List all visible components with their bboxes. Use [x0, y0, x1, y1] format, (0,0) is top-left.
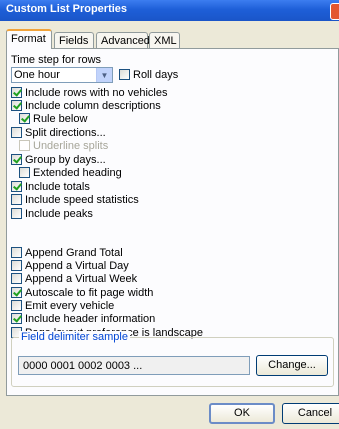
include-rows-no-vehicles-label: Include rows with no vehicles [25, 86, 168, 99]
change-button[interactable]: Change... [256, 355, 328, 376]
append-grand-total-label: Append Grand Total [25, 246, 123, 259]
include-peaks-label: Include peaks [25, 207, 93, 220]
rule-below-checkbox[interactable]: Rule below [19, 112, 87, 125]
include-peaks-box[interactable] [11, 208, 22, 219]
include-column-descriptions-box[interactable] [11, 100, 22, 111]
tab-fields[interactable]: Fields [54, 32, 94, 48]
emit-every-vehicle-checkbox[interactable]: Emit every vehicle [11, 299, 114, 312]
delimiter-sample-text: 0000 0001 0002 0003 ... [23, 360, 143, 372]
include-header-information-label: Include header information [25, 312, 156, 325]
append-virtual-week-label: Append a Virtual Week [25, 272, 138, 285]
time-step-value: One hour [14, 69, 60, 81]
window-title: Custom List Properties [6, 3, 128, 15]
append-virtual-day-box[interactable] [11, 260, 22, 271]
ok-button[interactable]: OK [209, 403, 275, 424]
include-speed-statistics-box[interactable] [11, 194, 22, 205]
tab-format[interactable]: Format [6, 29, 52, 49]
autoscale-page-width-label: Autoscale to fit page width [25, 286, 154, 299]
emit-every-vehicle-box[interactable] [11, 300, 22, 311]
custom-list-properties-dialog: Custom List Properties Format Fields Adv… [0, 0, 339, 429]
group-by-days-label: Group by days... [25, 153, 106, 166]
chevron-down-icon[interactable]: ▼ [96, 68, 112, 82]
include-rows-no-vehicles-checkbox[interactable]: Include rows with no vehicles [11, 86, 167, 99]
include-peaks-checkbox[interactable]: Include peaks [11, 207, 93, 220]
append-grand-total-checkbox[interactable]: Append Grand Total [11, 246, 123, 259]
extended-heading-label: Extended heading [33, 166, 122, 179]
include-column-descriptions-checkbox[interactable]: Include column descriptions [11, 99, 161, 112]
include-header-information-checkbox[interactable]: Include header information [11, 312, 155, 325]
rule-below-box[interactable] [19, 113, 30, 124]
tab-advanced[interactable]: Advanced [96, 32, 150, 48]
field-delimiter-group: Field delimiter sample 0000 0001 0002 00… [11, 331, 334, 387]
split-directions-checkbox[interactable]: Split directions... [11, 126, 106, 139]
extended-heading-box[interactable] [19, 167, 30, 178]
extended-heading-checkbox[interactable]: Extended heading [19, 166, 122, 179]
roll-days-box[interactable] [119, 69, 130, 80]
include-speed-statistics-label: Include speed statistics [25, 193, 139, 206]
split-directions-box[interactable] [11, 127, 22, 138]
append-grand-total-box[interactable] [11, 247, 22, 258]
include-totals-label: Include totals [25, 180, 90, 193]
title-bar[interactable]: Custom List Properties [0, 0, 339, 21]
autoscale-page-width-checkbox[interactable]: Autoscale to fit page width [11, 286, 153, 299]
include-rows-no-vehicles-box[interactable] [11, 87, 22, 98]
emit-every-vehicle-label: Emit every vehicle [25, 299, 115, 312]
group-by-days-box[interactable] [11, 154, 22, 165]
split-directions-label: Split directions... [25, 126, 106, 139]
include-totals-box[interactable] [11, 181, 22, 192]
underline-splits-checkbox: Underline splits [19, 139, 108, 152]
autoscale-page-width-box[interactable] [11, 287, 22, 298]
tab-xml[interactable]: XML [149, 32, 180, 48]
close-icon[interactable] [330, 3, 339, 20]
underline-splits-label: Underline splits [33, 139, 109, 152]
cancel-button[interactable]: Cancel [282, 403, 339, 424]
append-virtual-day-checkbox[interactable]: Append a Virtual Day [11, 259, 129, 272]
include-header-information-box[interactable] [11, 313, 22, 324]
format-tab-panel: Time step for rows One hour ▼ Roll days … [6, 48, 339, 396]
time-step-dropdown[interactable]: One hour ▼ [11, 67, 113, 83]
roll-days-checkbox[interactable]: Roll days [119, 68, 178, 81]
append-virtual-day-label: Append a Virtual Day [25, 259, 129, 272]
append-virtual-week-box[interactable] [11, 273, 22, 284]
include-speed-statistics-checkbox[interactable]: Include speed statistics [11, 193, 139, 206]
include-column-descriptions-label: Include column descriptions [25, 99, 161, 112]
group-by-days-checkbox[interactable]: Group by days... [11, 153, 106, 166]
field-delimiter-title: Field delimiter sample [19, 331, 130, 343]
append-virtual-week-checkbox[interactable]: Append a Virtual Week [11, 272, 137, 285]
underline-splits-box [19, 140, 30, 151]
include-totals-checkbox[interactable]: Include totals [11, 180, 90, 193]
rule-below-label: Rule below [33, 112, 88, 125]
roll-days-label: Roll days [133, 68, 179, 81]
delimiter-sample-field: 0000 0001 0002 0003 ... [18, 356, 250, 375]
time-step-label: Time step for rows [11, 54, 102, 66]
